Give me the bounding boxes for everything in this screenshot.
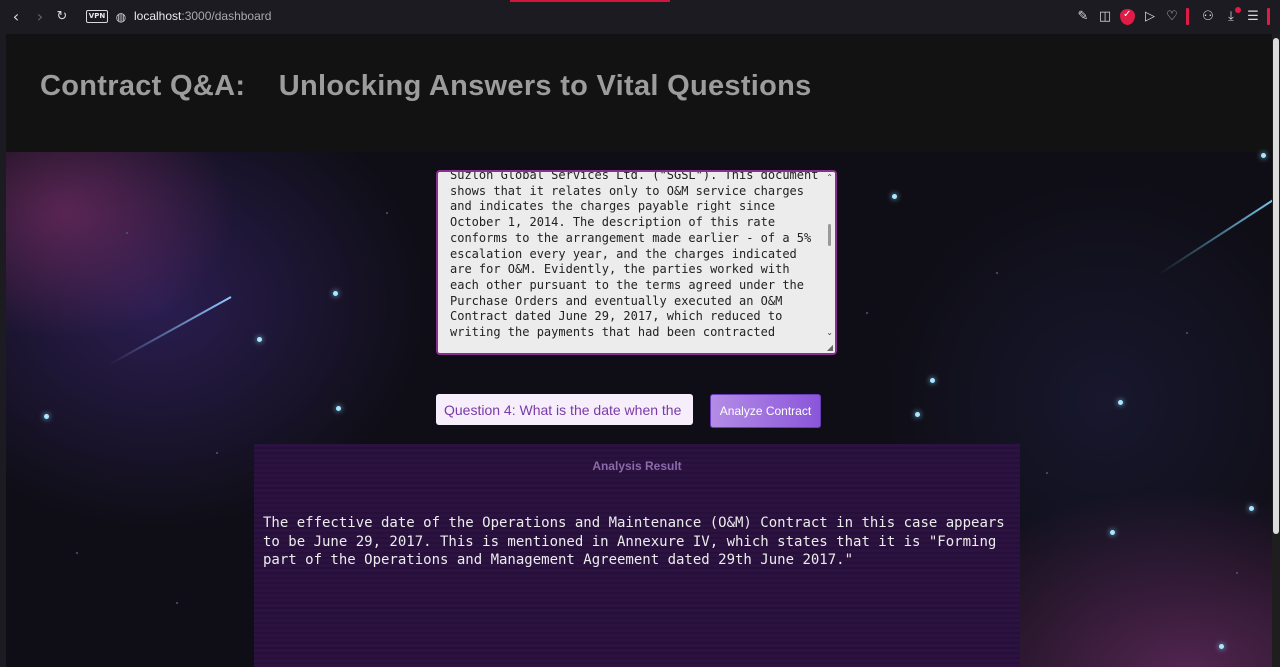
back-icon[interactable]: ‹ — [8, 9, 24, 25]
page-header: Contract Q&A: Unlocking Answers to Vital… — [6, 34, 1272, 152]
star — [1261, 153, 1266, 158]
star — [176, 602, 178, 604]
question-input[interactable] — [436, 394, 693, 425]
sidebar-separator — [1186, 8, 1189, 25]
menu-icon[interactable]: ☰ — [1245, 9, 1261, 25]
page-title: Contract Q&A: Unlocking Answers to Vital… — [40, 70, 812, 102]
tab-accent — [510, 0, 670, 2]
heart-icon[interactable]: ♡ — [1164, 9, 1180, 25]
resize-grip-icon[interactable]: ◢ — [827, 343, 833, 352]
account-icon[interactable]: ⚇ — [1200, 9, 1216, 25]
url-host: localhost — [134, 9, 182, 23]
star — [1046, 472, 1048, 474]
camera-icon[interactable]: ◫ — [1097, 9, 1113, 25]
star — [915, 412, 920, 417]
forward-icon[interactable]: › — [32, 9, 48, 25]
star — [1219, 644, 1224, 649]
page-viewport: Contract Q&A: Unlocking Answers to Vital… — [6, 34, 1272, 667]
star — [386, 212, 388, 214]
notification-dot — [1235, 7, 1241, 13]
star — [333, 291, 338, 296]
contract-text: Suzlon Global Services Ltd. ("SGSL"). Th… — [450, 170, 819, 340]
star — [216, 452, 218, 454]
star — [336, 406, 341, 411]
globe-icon: ◍ — [115, 10, 127, 24]
star — [257, 337, 262, 342]
star — [892, 194, 897, 199]
url-path: :3000/dashboard — [181, 9, 272, 23]
contract-textarea[interactable]: Suzlon Global Services Ltd. ("SGSL"). Th… — [436, 170, 837, 355]
textarea-scrollbar[interactable]: ⌃ ⌄ ◢ — [823, 172, 835, 353]
shooting-star — [1157, 192, 1272, 276]
analysis-result-text: The effective date of the Operations and… — [263, 515, 1005, 568]
textarea-scroll-thumb[interactable] — [828, 224, 831, 246]
send-icon[interactable]: ▷ — [1142, 9, 1158, 25]
address-bar[interactable]: localhost:3000/dashboard — [134, 9, 271, 23]
analyze-contract-button[interactable]: Analyze Contract — [710, 394, 821, 428]
vpn-badge[interactable]: VPN — [86, 10, 108, 23]
analysis-result-heading: Analysis Result — [592, 459, 682, 473]
star — [996, 272, 998, 274]
star — [1236, 572, 1238, 574]
analysis-result-panel: Analysis Result The effective date of th… — [254, 444, 1020, 667]
page-scroll-thumb[interactable] — [1273, 38, 1279, 534]
edit-icon[interactable]: ✎ — [1075, 9, 1091, 25]
star — [126, 232, 128, 234]
star — [76, 552, 78, 554]
star — [866, 312, 868, 314]
star — [1186, 332, 1188, 334]
star — [930, 378, 935, 383]
star — [1249, 506, 1254, 511]
chevron-down-icon[interactable]: ⌄ — [826, 328, 833, 337]
shield-icon[interactable] — [1120, 9, 1135, 25]
star — [1110, 530, 1115, 535]
chevron-up-icon[interactable]: ⌃ — [826, 173, 833, 182]
browser-toolbar: ‹ › ↻ VPN ◍ localhost:3000/dashboard ✎ ◫… — [0, 0, 1280, 34]
shooting-star — [108, 296, 232, 366]
star — [1118, 400, 1123, 405]
reload-icon[interactable]: ↻ — [54, 9, 70, 25]
sidebar-separator-right — [1267, 8, 1270, 25]
star — [44, 414, 49, 419]
